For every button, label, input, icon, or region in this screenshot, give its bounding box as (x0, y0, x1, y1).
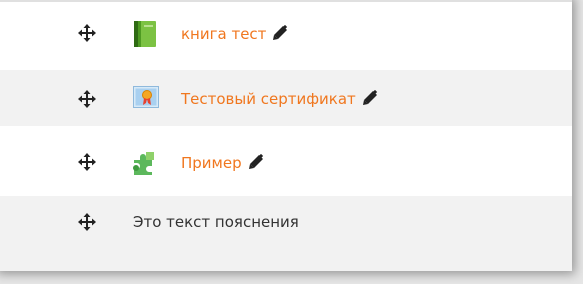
activity-row: книга тест (0, 8, 572, 58)
activity-label: Пример (181, 154, 242, 172)
activity-link-puzzle[interactable]: Пример (181, 153, 264, 173)
label-text: Это текст пояснения (133, 213, 299, 231)
activity-link-book[interactable]: книга тест (181, 24, 288, 44)
move-icon[interactable] (78, 153, 96, 171)
move-icon[interactable] (78, 24, 96, 42)
activity-row: Тестовый сертификат (0, 70, 572, 126)
pencil-icon[interactable] (248, 154, 264, 170)
activity-row: Пример (0, 138, 572, 188)
activity-label: Тестовый сертификат (181, 90, 356, 108)
activity-label: книга тест (181, 25, 267, 43)
course-activity-list: книга тест Тестовый сертификат Пример Эт… (0, 0, 572, 271)
move-icon[interactable] (78, 90, 96, 108)
pencil-icon[interactable] (362, 90, 378, 106)
activity-link-certificate[interactable]: Тестовый сертификат (181, 89, 378, 109)
move-icon[interactable] (78, 213, 96, 231)
certificate-icon (133, 86, 159, 108)
pencil-icon[interactable] (272, 25, 288, 41)
book-icon (134, 21, 156, 47)
label-row: Это текст пояснения (0, 196, 572, 271)
puzzle-icon (133, 152, 154, 175)
